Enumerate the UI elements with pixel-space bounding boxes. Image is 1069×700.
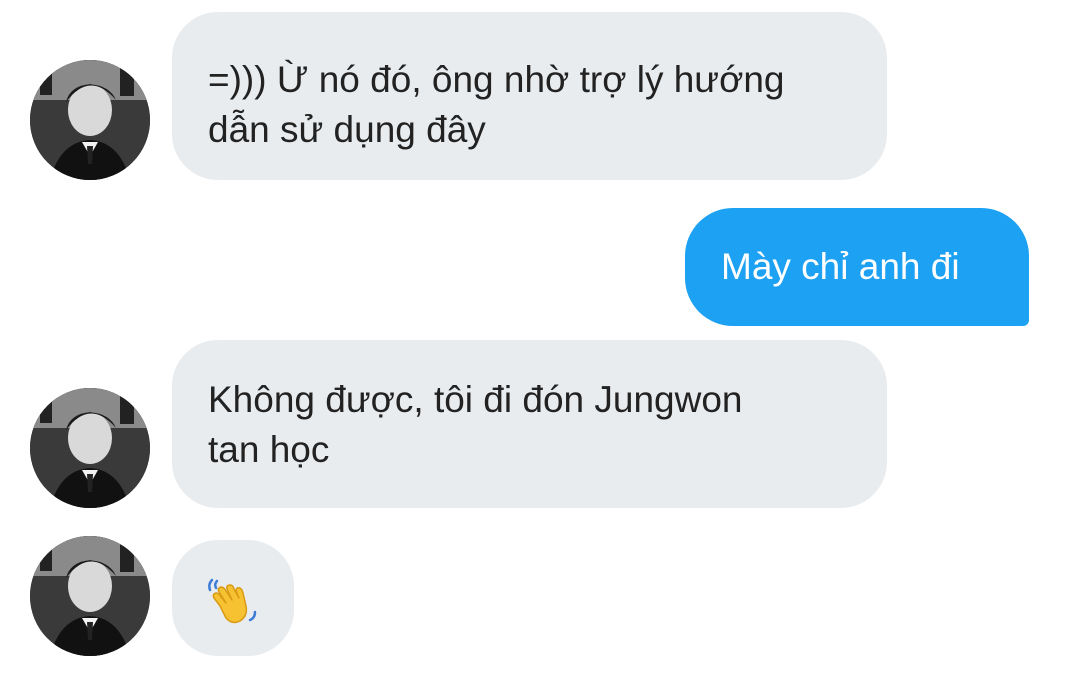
chat-thread: =))) Ừ nó đó, ông nhờ trợ lý hướng dẫn s… (0, 0, 1069, 700)
sender-avatar[interactable] (30, 388, 150, 508)
message-bubble-incoming[interactable]: Không được, tôi đi đón Jungwon tan học (172, 340, 887, 508)
message-text: dẫn sử dụng đây (208, 109, 486, 150)
message-bubble-incoming[interactable]: =))) Ừ nó đó, ông nhờ trợ lý hướng dẫn s… (172, 12, 887, 180)
sender-avatar[interactable] (30, 536, 150, 656)
message-bubble-outgoing[interactable]: Mày chỉ anh đi (685, 208, 1029, 326)
message-text: Không được, tôi đi đón Jungwon (208, 379, 743, 420)
message-text: Mày chỉ anh đi (721, 246, 960, 287)
message-text: =))) Ừ nó đó, ông nhờ trợ lý hướng (208, 59, 785, 100)
sender-avatar[interactable] (30, 60, 150, 180)
message-text: tan học (208, 429, 330, 470)
waving-hand-icon (206, 576, 258, 626)
